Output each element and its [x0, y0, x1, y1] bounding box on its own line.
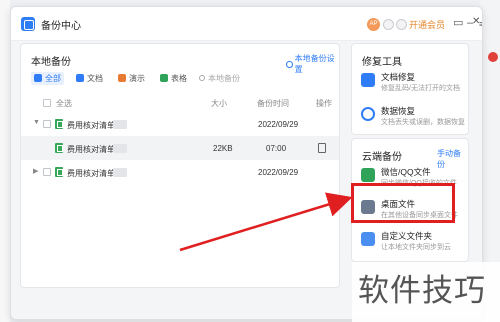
- annotation-arrow-line: [179, 192, 353, 252]
- watermark: 软件技巧: [358, 273, 486, 309]
